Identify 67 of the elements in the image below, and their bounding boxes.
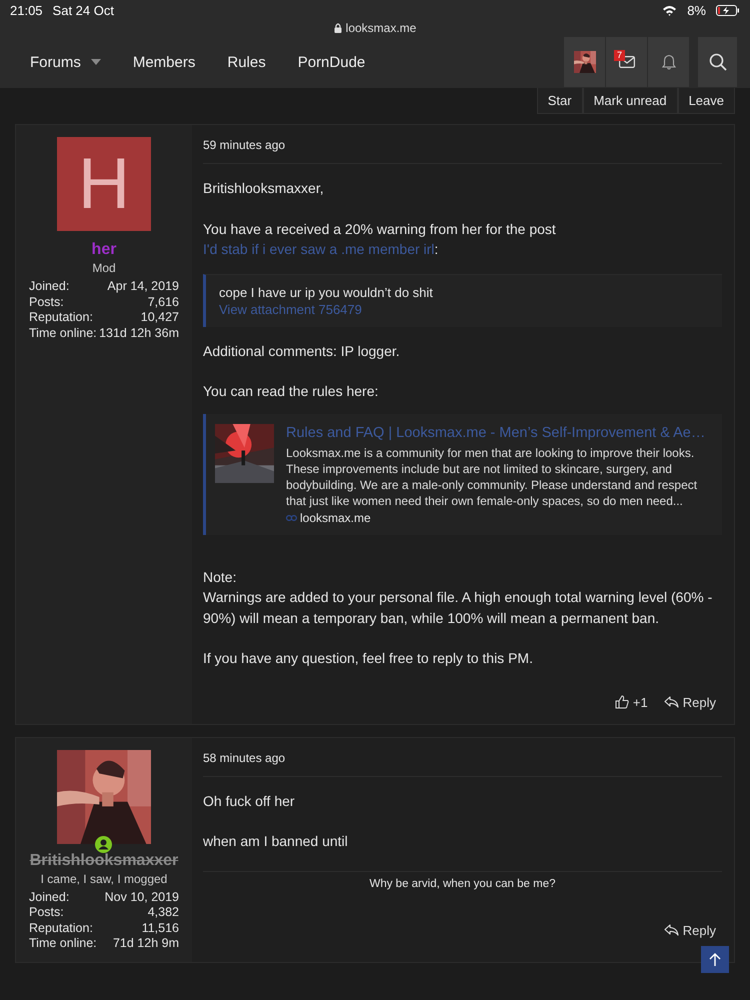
search-button[interactable] xyxy=(698,37,738,87)
scroll-to-top-button[interactable] xyxy=(701,946,729,973)
stat-value: Apr 14, 2019 xyxy=(106,279,179,294)
stat-label: Joined: xyxy=(29,890,70,905)
stat-value: 4,382 xyxy=(146,905,179,920)
signature-text: Why be arvid, when you can be me? xyxy=(203,870,722,890)
reply-icon xyxy=(664,924,679,936)
stat-value: 7,616 xyxy=(146,294,179,310)
conversation-action-button[interactable]: Leave xyxy=(678,88,735,114)
message-text: Additional comments: IP logger. xyxy=(203,342,401,361)
user-title: Mod xyxy=(92,261,116,275)
post-time[interactable]: 59 minutes ago xyxy=(203,125,722,164)
caret-icon xyxy=(90,59,101,65)
letter-avatar[interactable]: H xyxy=(57,137,151,231)
message-text: You can read the rules here: xyxy=(203,382,380,401)
search-icon xyxy=(708,53,726,71)
reply-button[interactable]: Reply xyxy=(664,922,716,938)
reply-button[interactable]: Reply xyxy=(664,694,716,710)
lock-icon xyxy=(334,23,342,33)
thumbs-up-icon xyxy=(614,695,629,709)
unread-count-badge: 7 xyxy=(614,50,626,61)
message-text: when am I banned until xyxy=(203,832,349,851)
stat-label: Time online: xyxy=(29,936,97,952)
status-time: 21:05 xyxy=(10,2,43,18)
inbox-button[interactable]: 7 xyxy=(606,37,648,87)
post-time[interactable]: 58 minutes ago xyxy=(203,738,722,776)
stat-label: Posts: xyxy=(29,905,65,920)
stat-label: Time online: xyxy=(29,326,97,341)
status-date: Sat 24 Oct xyxy=(52,2,114,18)
arrow-up-icon xyxy=(709,953,721,966)
message-text: Oh fuck off her xyxy=(203,792,296,810)
user-title: I came, I saw, I mogged xyxy=(40,872,168,886)
stat-value: 131d 12h 36m xyxy=(99,326,179,341)
message-text: Britishlooksmaxxer, xyxy=(203,179,325,198)
message-text: Note: xyxy=(203,568,238,586)
stat-label: Posts: xyxy=(29,294,65,310)
nav-link[interactable]: Members xyxy=(132,54,196,70)
quote-text: cope I have ur ip you wouldn’t do shit xyxy=(219,284,434,300)
like-button[interactable]: +1 xyxy=(614,694,648,710)
preview-domain: looksmax.me xyxy=(300,510,371,524)
reply-icon xyxy=(664,696,679,708)
wifi-icon xyxy=(662,4,678,16)
preview-description: Looksmax.me is a community for men that are looking to improve their looks. These improvements include but are not limited to skincare, surgery, and bodybuilding. We are a male-only community. Please understand and respect that just like women need their own female-only spaces, so do men need... xyxy=(286,444,698,508)
envelope-icon xyxy=(618,56,634,68)
alerts-button[interactable] xyxy=(648,37,690,87)
stat-value: 71d 12h 9m xyxy=(112,936,179,952)
message-text: Warnings are added to your personal file. A high enough total warning level (60% - 90%) will mean a temporary ban, while 100% will mean a permanent ban. xyxy=(203,588,714,628)
nav-link[interactable]: Rules xyxy=(227,54,266,70)
url-text[interactable]: looksmax.me xyxy=(346,21,416,35)
link-icon xyxy=(286,514,297,520)
stat-label: Reputation: xyxy=(29,920,94,936)
account-button[interactable] xyxy=(564,37,606,87)
bell-icon xyxy=(662,54,676,70)
nav-link[interactable]: PornDude xyxy=(298,54,366,70)
stat-label: Joined: xyxy=(29,279,70,294)
message-text: If you have any question, feel free to reply to this PM. xyxy=(203,649,534,668)
stat-value: 11,516 xyxy=(140,920,179,936)
stat-label: Reputation: xyxy=(29,310,94,326)
username-link[interactable]: Britishlooksmaxxer xyxy=(30,852,178,870)
battery-level: 8% xyxy=(687,2,706,18)
conversation-action-button[interactable]: Star xyxy=(536,88,583,114)
conversation-action-button[interactable]: Mark unread xyxy=(582,88,678,114)
message-text: You have a received a 20% warning from her for the post I'd stab if i ever saw a .me member irl: xyxy=(203,220,557,259)
nav-link[interactable]: Forums xyxy=(30,54,101,70)
stat-value: 10,427 xyxy=(140,310,179,326)
battery-icon xyxy=(716,4,740,16)
stat-value: Nov 10, 2019 xyxy=(104,890,179,905)
